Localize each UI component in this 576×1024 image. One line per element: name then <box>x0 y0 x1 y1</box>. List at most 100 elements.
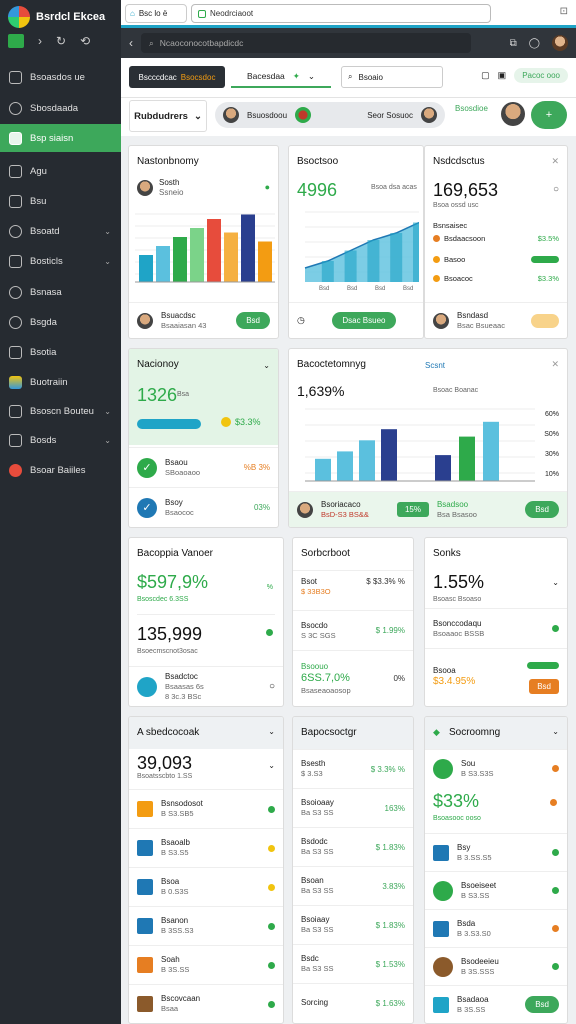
search-input[interactable]: ⌕ Ncaoconocotbapdicdc <box>141 33 471 53</box>
list-item[interactable]: Bsoan Ba S3 SS 3.83% <box>293 866 413 905</box>
list-item[interactable]: Bsodeeieu B 3S.SSS <box>425 947 567 985</box>
card-screening: Socroomng ◆ ⌄ Sou B S3.S3S Bsy B 3.SS.S5 Bso… <box>424 716 568 1024</box>
chevron-down-icon[interactable]: ⌄ <box>552 578 559 587</box>
sidebar-item-2[interactable]: Bsp siaisn <box>0 124 121 152</box>
sidebar-item-9[interactable]: Bsotia <box>0 338 121 366</box>
status-pill[interactable]: Pacoc ooo <box>514 68 568 83</box>
sidebar-item-3[interactable]: Agu <box>0 157 121 185</box>
avatar[interactable] <box>501 102 525 126</box>
tab-label: Bsc lo ë <box>138 9 168 18</box>
list-item[interactable]: Bsanon B 3SS.S3 <box>129 906 283 945</box>
list-item[interactable]: Bsaoalb B S3.S5 <box>129 828 283 867</box>
x-tick: Bsd <box>375 286 385 292</box>
sidebar-item-8[interactable]: Bsgda <box>0 308 121 336</box>
check-icon: ✓ <box>137 497 157 518</box>
progress-bar <box>531 256 559 263</box>
window-controls-icon[interactable]: ⊡ <box>560 6 568 17</box>
list-item[interactable]: Bsda B 3.S3.S0 <box>425 909 567 947</box>
circle-icon[interactable]: ○ <box>553 184 559 195</box>
sidebar-item-7[interactable]: Bsnasa <box>0 278 121 306</box>
app-icon <box>137 996 153 1012</box>
card-action-button[interactable]: Bsd <box>529 678 559 694</box>
list-item[interactable]: Bsoeiseet B S3.SS <box>425 871 567 909</box>
save-icon[interactable]: ▣ <box>498 70 507 81</box>
sidebar-item-10[interactable]: Buotraiin <box>0 368 121 396</box>
row-button[interactable]: Bsd <box>525 996 559 1013</box>
toggle[interactable] <box>531 313 559 328</box>
segment-control[interactable]: Bscccdcac Bsocsdoc <box>129 66 225 88</box>
filter-select[interactable]: Rubdudrers ⌄ <box>129 100 207 132</box>
chevron-down-icon[interactable]: ⌄ <box>263 361 270 370</box>
status-dot <box>552 625 559 632</box>
row-name: Bsoiaay <box>301 915 330 925</box>
refresh-icon[interactable]: ↻ <box>56 34 66 48</box>
list-item[interactable]: Soah B 3S.SS <box>129 945 283 984</box>
report-list: Bsesth $ 3.S3 $ 3.3% % Bsoioaay Ba S3 SS 163%… <box>293 717 413 1023</box>
avatar[interactable] <box>552 35 568 51</box>
app-brand[interactable]: Bsrdcl Ekcea <box>8 6 105 28</box>
chart-bar <box>241 214 255 282</box>
card-scoreboard: Sorbcrboot Bsot $ 33B3O $ $3.3% % Bsocdo S… <box>292 537 414 707</box>
list-item[interactable]: Sou B S3.S3S <box>425 749 567 787</box>
sidebar-item-6[interactable]: Bosticls ⌄ <box>0 247 121 275</box>
row-val: $ $3.3% % <box>366 577 405 586</box>
card-caption: Bsoasc Bsoaso <box>433 596 482 603</box>
back-icon[interactable]: ‹ <box>123 36 139 50</box>
list-item[interactable]: Bsoiaay Ba S3 SS $ 1.83% <box>293 905 413 944</box>
twitter-icon <box>137 676 157 697</box>
forward-icon[interactable]: › <box>38 34 42 48</box>
chevron-down-icon[interactable]: ⌄ <box>104 436 111 445</box>
card-value: $597,9% <box>137 572 209 592</box>
list-item[interactable]: Bsoa B 0.S3S <box>129 867 283 906</box>
row-name: Bsnsodosot <box>161 799 203 809</box>
bell-icon[interactable]: ▢ <box>481 70 490 81</box>
list-item[interactable]: Bsesth $ 3.S3 $ 3.3% % <box>293 749 413 788</box>
sidebar-item-4[interactable]: Bsu <box>0 187 121 215</box>
list-item[interactable]: Bsy B 3.SS.S5 <box>425 833 567 871</box>
list-item[interactable]: Bsnsodosot B S3.SB5 <box>129 789 283 828</box>
chevron-down-icon[interactable]: ⌄ <box>104 407 111 416</box>
row-sub: Bsoaaoc BSSB <box>433 628 485 638</box>
row-sub: Bsaasas 6s <box>165 682 204 692</box>
sidebar-item-1[interactable]: Sbosdaada <box>0 94 121 122</box>
close-icon[interactable]: ✕ <box>551 359 559 370</box>
list-item[interactable]: Sorcing $ 1.63% <box>293 983 413 1022</box>
home-icon <box>9 70 22 84</box>
row-sub: Ba S3 SS <box>301 847 334 857</box>
people-strip[interactable]: Bsuosdoou Seor Sosuoc <box>215 102 445 128</box>
profile-circle-icon[interactable]: ◯ <box>529 38 540 49</box>
sidebar-item-13[interactable]: Bsoar Baiiles <box>0 456 121 484</box>
list-item[interactable]: Bscovcaan Bsaa <box>129 984 283 1023</box>
list-item[interactable]: Bsadaoa B 3S.SS Bsd <box>425 985 567 1023</box>
sidebar-item-0[interactable]: Bsoasdos ue <box>0 63 121 91</box>
sidebar-item-11[interactable]: Bsoscn Bouteu ⌄ <box>0 397 121 425</box>
segment-b[interactable]: Bsocsdoc <box>181 73 216 82</box>
notif-sub: Bsdaacsoon <box>444 234 486 243</box>
extensions-icon[interactable]: ⧉ <box>510 38 517 49</box>
mail-icon <box>9 404 22 418</box>
segment-a[interactable]: Bscccdcac <box>139 73 177 82</box>
app-icon[interactable] <box>8 34 24 48</box>
list-item[interactable]: Bsoioaay Ba S3 SS 163% <box>293 788 413 827</box>
chevron-down-icon[interactable]: ⌄ <box>104 257 111 266</box>
app-logo-icon <box>8 6 30 28</box>
chevron-down-icon[interactable]: ⌄ <box>104 227 111 236</box>
circle-icon[interactable]: ○ <box>269 681 275 692</box>
close-icon[interactable]: ✕ <box>551 156 559 167</box>
add-button[interactable]: + <box>531 101 567 129</box>
dropdown[interactable]: Bacesdaa ✦ ⌄ <box>231 66 331 88</box>
card-action-button[interactable]: Bsd <box>525 501 559 518</box>
list-item[interactable]: Bsdc Ba S3 SS $ 1.53% <box>293 944 413 983</box>
app-icon <box>137 957 153 973</box>
toolbar-search[interactable]: ⌕ Bsoaio <box>341 66 443 88</box>
card-action-button[interactable]: Dsac Bsueo <box>332 312 396 329</box>
sidebar-item-12[interactable]: Bosds ⌄ <box>0 426 121 454</box>
list-item[interactable]: Bsdodc Ba S3 SS $ 1.83% <box>293 827 413 866</box>
search-icon <box>9 315 22 329</box>
history-icon[interactable]: ⟲ <box>80 34 90 48</box>
url-bar[interactable]: Neodrciaoot <box>191 4 491 23</box>
chart-column <box>321 261 334 282</box>
card-action-button[interactable]: Bsd <box>236 312 270 329</box>
sidebar-item-5[interactable]: Bsoatd ⌄ <box>0 217 121 245</box>
browser-tab[interactable]: ⌂ Bsc lo ë <box>125 4 187 23</box>
